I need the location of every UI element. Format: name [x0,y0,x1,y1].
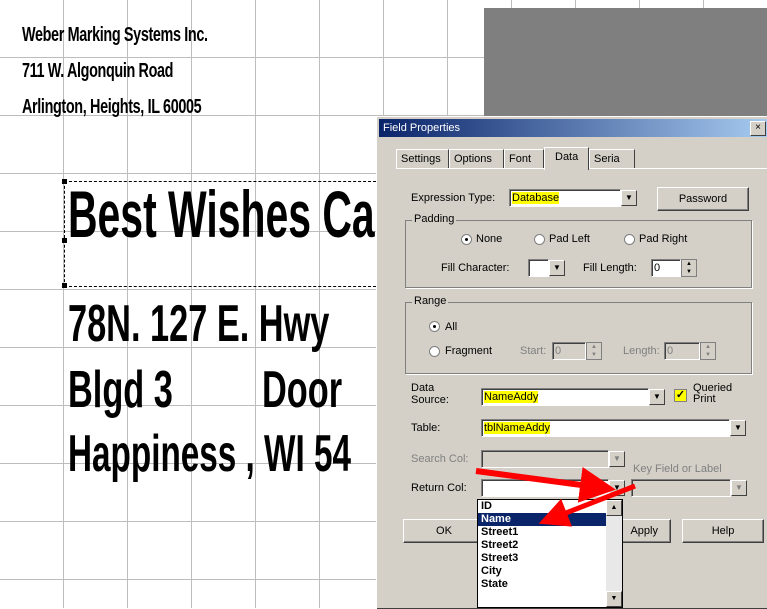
range-all-radio[interactable] [429,321,440,332]
range-all-label: All [445,321,458,333]
data-source-value: NameAddy [484,391,539,403]
expression-type-select[interactable]: Database [509,189,621,207]
door-text[interactable]: Door [262,360,342,420]
list-item[interactable]: Street1 [478,526,622,539]
chevron-down-icon[interactable]: ▼ [549,260,565,276]
resize-handle[interactable] [62,238,67,243]
fill-character-label: Fill Character: [441,262,510,274]
queried-print-label-line2: Print [693,393,716,405]
list-item[interactable]: Street2 [478,539,622,552]
chevron-down-icon[interactable]: ▼ [609,451,625,467]
list-item[interactable]: ID [478,500,622,513]
address-line-3[interactable]: Arlington, Heights, IL 60005 [22,96,202,119]
length-input[interactable]: 0 [664,342,700,360]
street-text[interactable]: 78N. 127 E. Hwy [68,294,329,354]
start-input[interactable]: 0 [552,342,586,360]
expression-type-label: Expression Type: [411,192,496,204]
fill-character-input[interactable] [528,259,549,277]
expression-type-value: Database [512,192,560,204]
fill-length-input[interactable]: 0 [651,259,681,277]
padding-group: Padding [405,213,752,288]
ok-button[interactable]: OK [403,519,485,543]
chevron-down-icon[interactable]: ▼ [649,389,665,405]
key-field-select[interactable] [631,479,731,497]
tab-options[interactable]: Options [449,149,504,169]
list-item-selected[interactable]: Name [478,513,622,526]
resize-handle[interactable] [62,283,67,288]
data-source-label-line1: Data [411,382,435,394]
tab-data[interactable]: Data [544,147,589,170]
tab-serial[interactable]: Seria [589,149,635,169]
fill-length-label: Fill Length: [583,262,637,274]
city-state-text[interactable]: Happiness , WI 54 [68,424,351,484]
dialog-titlebar[interactable]: Field Properties × [379,119,767,137]
search-col-label: Search Col: [411,453,469,465]
table-label: Table: [411,422,441,434]
return-col-label: Return Col: [411,482,467,494]
address-line-2[interactable]: 711 W. Algonquin Road [22,60,173,83]
padding-group-title: Padding [412,213,457,225]
card-title-text[interactable]: Best Wishes Card [68,176,416,252]
data-source-label-line2: Source: [411,394,449,406]
range-fragment-radio[interactable] [429,346,440,357]
pad-right-label: Pad Right [639,233,688,245]
chevron-down-icon[interactable]: ▼ [621,190,637,206]
data-source-label: Data Source: [411,382,449,406]
key-field-label: Key Field or Label [633,463,722,475]
start-spinner-icon[interactable]: ▲ ▼ [586,342,602,360]
range-group-title: Range [412,295,449,307]
scroll-up-icon[interactable]: ▲ [606,500,622,516]
search-col-select[interactable] [481,450,609,468]
tab-font[interactable]: Font [504,149,544,169]
tab-settings[interactable]: Settings [396,149,449,169]
table-value: tblNameAddy [484,422,551,434]
data-source-select[interactable]: NameAddy [481,388,649,406]
length-label: Length: [623,345,660,357]
padding-none-label: None [476,233,503,245]
return-col-select[interactable] [481,479,609,497]
address-line-1[interactable]: Weber Marking Systems Inc. [22,24,208,47]
pad-right-radio[interactable] [624,234,635,245]
dropdown-scrollbar[interactable]: ▲ ▼ [606,500,622,607]
length-spinner-icon[interactable]: ▲ ▼ [700,342,716,360]
return-col-dropdown-list[interactable]: ID Name Street1 Street2 Street3 City Sta… [477,499,623,608]
table-select[interactable]: tblNameAddy [481,419,730,437]
padding-none-radio[interactable] [461,234,472,245]
chevron-down-icon[interactable]: ▼ [731,480,747,496]
start-label: Start: [520,345,547,357]
chevron-down-icon[interactable]: ▼ [730,420,746,436]
queried-print-label: Queried Print [693,383,732,405]
list-item[interactable]: City [478,565,622,578]
scroll-down-icon[interactable]: ▼ [606,591,622,607]
close-icon[interactable]: × [750,121,766,136]
pad-left-label: Pad Left [549,233,590,245]
building-text[interactable]: Blgd 3 [68,360,173,420]
range-group: Range [405,295,752,374]
list-item[interactable]: Street3 [478,552,622,565]
dialog-title: Field Properties [383,122,461,134]
list-item[interactable]: State [478,578,622,591]
fill-length-spinner-icon[interactable]: ▲ ▼ [681,259,697,277]
pad-left-radio[interactable] [534,234,545,245]
range-fragment-label: Fragment [445,345,493,357]
chevron-down-icon[interactable]: ▼ [609,480,625,496]
help-button[interactable]: Help [682,519,764,543]
queried-print-checkbox[interactable]: ✓ [674,389,687,402]
resize-handle[interactable] [62,179,67,184]
password-button[interactable]: Password [657,187,749,211]
